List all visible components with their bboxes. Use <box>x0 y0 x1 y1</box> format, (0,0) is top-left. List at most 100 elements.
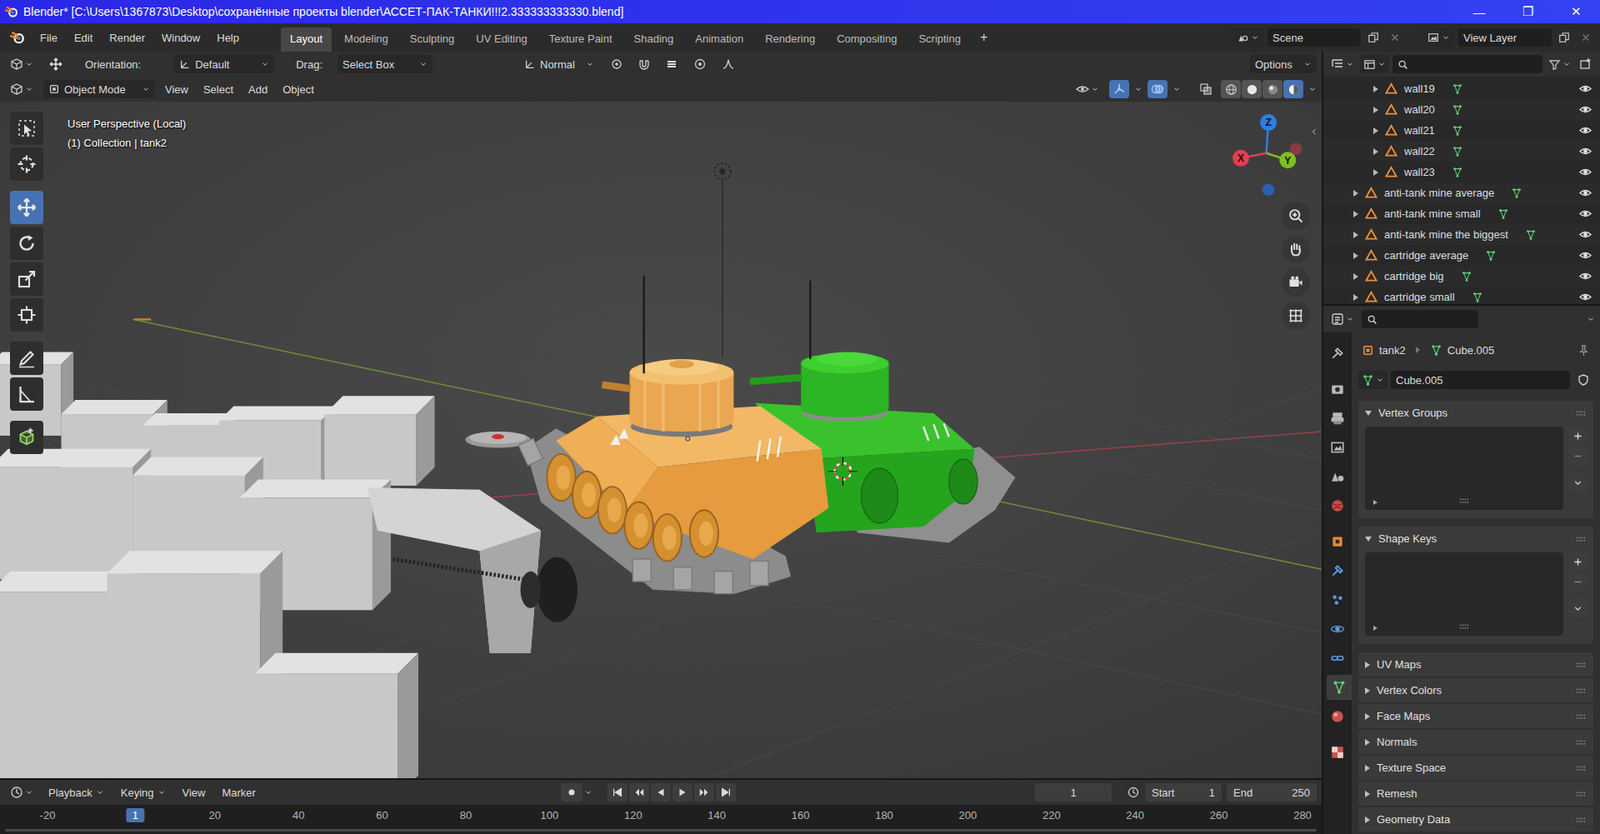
tool-button[interactable] <box>10 190 44 225</box>
drag-grip-icon[interactable] <box>1575 533 1587 545</box>
expand-arrow[interactable] <box>1373 106 1379 114</box>
snap-button[interactable] <box>634 54 655 75</box>
properties-tab[interactable] <box>1325 435 1350 460</box>
eye-icon[interactable] <box>1579 270 1592 283</box>
active-tool-button[interactable] <box>43 54 69 75</box>
viewport-canvas[interactable]: XYZUser Perspective (Local)(1) Collectio… <box>0 101 1322 779</box>
panel-header[interactable]: Texture Space <box>1358 755 1594 780</box>
outliner-row[interactable]: cartridge average <box>1323 245 1600 266</box>
outliner-item-name[interactable]: wall21 <box>1404 124 1435 137</box>
outliner-row[interactable]: cartridge big <box>1323 265 1600 287</box>
drag-grip-icon[interactable] <box>1575 788 1587 800</box>
viewport-menu[interactable]: Add <box>243 80 273 99</box>
new-collection-button[interactable] <box>1576 54 1595 75</box>
workspace-tab[interactable]: Rendering <box>755 27 825 52</box>
outliner-row[interactable]: cartridge small <box>1323 286 1600 305</box>
tool-button[interactable] <box>10 147 44 181</box>
tool-button[interactable] <box>10 226 44 260</box>
dropdown-icon[interactable] <box>1308 85 1317 94</box>
dropdown-icon[interactable] <box>1586 315 1595 324</box>
xray-button[interactable] <box>1195 79 1216 100</box>
panel-toggle[interactable] <box>1365 410 1372 416</box>
timeline-menu[interactable]: Playback <box>41 784 111 802</box>
mesh-data-icon[interactable] <box>1510 187 1523 200</box>
viewport-menu[interactable]: View <box>160 80 194 99</box>
workspace-tab[interactable]: Compositing <box>827 27 906 52</box>
outliner-item-name[interactable]: anti-tank mine average <box>1384 186 1495 200</box>
workspace-tab[interactable]: Animation <box>685 27 753 52</box>
properties-search[interactable] <box>1361 310 1479 329</box>
list-box[interactable] <box>1365 426 1564 510</box>
pan-button[interactable] <box>1281 235 1310 264</box>
shading-button[interactable] <box>1220 80 1241 99</box>
properties-tab[interactable] <box>1325 405 1350 431</box>
eye-icon[interactable] <box>1579 165 1592 179</box>
navigation-gizmo[interactable]: XYZ <box>1232 114 1296 169</box>
tool-button[interactable] <box>10 298 44 332</box>
dropdown-icon[interactable] <box>1172 85 1181 94</box>
auto-key-button[interactable] <box>560 783 583 802</box>
shading-button[interactable] <box>1262 80 1283 99</box>
shading-button[interactable] <box>1283 80 1304 99</box>
drag-grip-icon[interactable] <box>1575 407 1587 420</box>
gizmo-axis[interactable] <box>1232 150 1250 167</box>
outliner-row[interactable]: anti-tank mine small <box>1323 203 1600 225</box>
display-mode-dropdown[interactable] <box>1360 55 1390 74</box>
mesh-data-icon[interactable] <box>1451 83 1464 95</box>
gizmo-axis[interactable] <box>1260 114 1277 131</box>
drag-grip-icon[interactable] <box>1575 685 1587 697</box>
properties-tab[interactable] <box>1326 675 1352 700</box>
blender-menu-button[interactable] <box>5 26 30 49</box>
visibility-dropdown[interactable] <box>1070 80 1105 99</box>
tool-button[interactable] <box>10 111 44 145</box>
mesh-data-icon[interactable] <box>1451 166 1464 179</box>
options-dropdown[interactable]: Options <box>1250 55 1317 74</box>
frame-ruler[interactable]: -201204060801001201401601802002202402602… <box>0 805 1322 827</box>
camera-view-button[interactable] <box>1281 268 1310 297</box>
scene-remove-button[interactable] <box>1385 28 1405 47</box>
viewport-menu[interactable]: Object <box>277 80 320 99</box>
properties-tab[interactable] <box>1325 376 1350 402</box>
remove-button[interactable] <box>1568 572 1587 591</box>
panel-toggle[interactable] <box>1365 661 1370 669</box>
end-frame-field[interactable]: End250 <box>1226 783 1317 802</box>
mesh-data-icon[interactable] <box>1471 291 1484 304</box>
outliner-row[interactable]: wall19 <box>1323 78 1600 100</box>
panel-title[interactable]: Face Maps <box>1376 710 1430 723</box>
falloff-button[interactable] <box>715 54 741 75</box>
eye-icon[interactable] <box>1579 186 1592 200</box>
mesh-browse-button[interactable] <box>1358 370 1388 390</box>
scene-render[interactable]: XYZ <box>0 101 1322 779</box>
play-button[interactable] <box>672 783 693 802</box>
panel-title[interactable]: Texture Space <box>1376 761 1446 775</box>
dropdown-icon[interactable] <box>584 788 593 797</box>
timeline-scrollbar[interactable] <box>0 826 1322 834</box>
editor-type-button[interactable] <box>5 80 39 99</box>
eye-icon[interactable] <box>1579 249 1592 262</box>
menu-item[interactable]: Render <box>102 29 152 47</box>
snap-element-button[interactable] <box>659 54 685 75</box>
jump-start-button[interactable] <box>607 783 628 802</box>
restore-button[interactable]: ❐ <box>1503 4 1552 20</box>
properties-tab[interactable] <box>1325 740 1350 765</box>
panel-toggle[interactable] <box>1365 713 1370 720</box>
editor-type-button[interactable] <box>5 55 39 74</box>
panel-toggle[interactable] <box>1365 816 1370 824</box>
workspace-tab[interactable]: Shading <box>625 27 684 52</box>
tool-button[interactable] <box>10 262 44 296</box>
panel-toggle[interactable] <box>1365 765 1370 772</box>
outliner-row[interactable]: anti-tank mine the biggest <box>1323 224 1600 245</box>
view-layer-field[interactable]: View Layer <box>1458 28 1552 47</box>
outliner-item-name[interactable]: anti-tank mine the biggest <box>1384 228 1509 241</box>
preview-range-icon[interactable] <box>1126 785 1140 800</box>
outliner-row[interactable]: wall23 <box>1323 161 1600 183</box>
panel-title[interactable]: Normals <box>1376 735 1417 749</box>
workspace-tab[interactable]: UV Editing <box>466 27 536 52</box>
panel-toggle[interactable] <box>1365 790 1370 798</box>
outliner-item-name[interactable]: cartridge big <box>1384 270 1445 283</box>
panel-header[interactable]: Geometry Data <box>1358 807 1594 832</box>
outliner-item-name[interactable]: wall22 <box>1404 145 1435 158</box>
drag-grip-icon[interactable] <box>1575 659 1587 671</box>
mesh-data-icon[interactable] <box>1451 104 1464 116</box>
eye-icon[interactable] <box>1579 124 1592 137</box>
